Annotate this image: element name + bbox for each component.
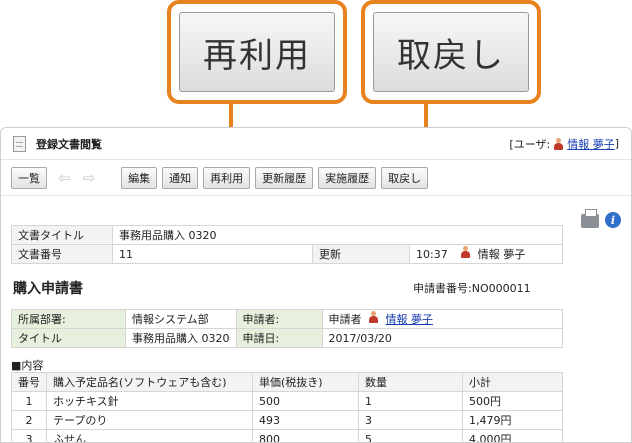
table-row: 1 ホッチキス針 500 1 500円 bbox=[11, 391, 563, 411]
updated-by: 情報 夢子 bbox=[477, 248, 526, 261]
row-number: 3 bbox=[11, 429, 47, 442]
reuse-callout: 再利用 bbox=[167, 0, 347, 104]
table-row: 所属部署: 情報システム部 申請者: 申請者 情報 夢子 bbox=[11, 309, 563, 329]
table-row: 文書タイトル 事務用品購入 0320 bbox=[11, 225, 563, 245]
form-number: 申請書番号:NO000011 bbox=[413, 280, 531, 296]
col-header-item: 購入予定品名(ソフトウェアも含む) bbox=[46, 372, 253, 392]
nav-arrows: ⇦ ⇨ bbox=[52, 169, 101, 187]
application-info-table: 所属部署: 情報システム部 申請者: 申請者 情報 夢子 タイトル 事務用品購入… bbox=[11, 309, 563, 348]
reuse-callout-button: 再利用 bbox=[179, 12, 335, 92]
table-header-row: 番号 購入予定品名(ソフトウェアも含む) 単価(税抜き) 数量 小計 bbox=[11, 372, 563, 392]
row-subtotal: 500円 bbox=[462, 391, 563, 411]
row-price: 500 bbox=[252, 391, 359, 411]
col-header-price: 単価(税抜き) bbox=[252, 372, 359, 392]
user-prefix: [ユーザ: bbox=[509, 137, 551, 151]
back-arrow-icon[interactable]: ⇦ bbox=[58, 169, 71, 187]
user-icon bbox=[554, 137, 564, 150]
doc-title-label: 文書タイトル bbox=[11, 225, 113, 245]
edit-button[interactable]: 編集 bbox=[121, 166, 158, 189]
applicant-label: 申請者: bbox=[235, 309, 323, 329]
title-bar: 登録文書閲覧 [ユーザ: 情報 夢子 ] bbox=[1, 128, 631, 160]
recall-callout: 取戻し bbox=[361, 0, 541, 104]
table-row: タイトル 事務用品購入 0320 申請日: 2017/03/20 bbox=[11, 328, 563, 348]
table-row: 文書番号 11 更新 10:37 情報 夢子 bbox=[11, 244, 563, 264]
table-row: 3 ふせん 800 5 4,000円 bbox=[11, 429, 563, 442]
document-meta-table: 文書タイトル 事務用品購入 0320 文書番号 11 更新 10:37 情報 夢… bbox=[11, 225, 563, 264]
document-icon bbox=[13, 135, 26, 152]
col-header-qty: 数量 bbox=[358, 372, 463, 392]
row-qty: 5 bbox=[358, 429, 463, 442]
printer-icon[interactable] bbox=[581, 209, 599, 228]
updated-value: 10:37 情報 夢子 bbox=[409, 244, 563, 264]
recall-callout-button: 取戻し bbox=[373, 12, 529, 92]
forward-arrow-icon[interactable]: ⇨ bbox=[83, 169, 96, 187]
row-item: ホッチキス針 bbox=[46, 391, 253, 411]
info-icon[interactable]: i bbox=[605, 212, 621, 228]
row-price: 800 bbox=[252, 429, 359, 442]
form-number-label: 申請書番号: bbox=[413, 282, 472, 295]
applicant-prefix: 申請者 bbox=[328, 313, 362, 326]
document-view-window: 登録文書閲覧 [ユーザ: 情報 夢子 ] 一覧 ⇦ ⇨ 編集 通知 再利用 更新… bbox=[0, 127, 632, 443]
row-number: 2 bbox=[11, 410, 47, 430]
row-subtotal: 4,000円 bbox=[462, 429, 563, 442]
updated-time: 10:37 bbox=[416, 248, 448, 261]
dept-label: 所属部署: bbox=[11, 309, 126, 329]
row-price: 493 bbox=[252, 410, 359, 430]
updated-user-icon bbox=[461, 246, 471, 258]
row-qty: 1 bbox=[358, 391, 463, 411]
window-title: 登録文書閲覧 bbox=[36, 137, 102, 151]
recall-button[interactable]: 取戻し bbox=[381, 166, 429, 189]
user-suffix: ] bbox=[614, 137, 619, 150]
form-title: 購入申請書 bbox=[13, 281, 83, 297]
list-button[interactable]: 一覧 bbox=[11, 166, 47, 189]
row-item: テープのり bbox=[46, 410, 253, 430]
execution-history-button[interactable]: 実施履歴 bbox=[318, 166, 377, 189]
date-value: 2017/03/20 bbox=[321, 328, 563, 348]
doc-title-value: 事務用品購入 0320 bbox=[112, 225, 563, 245]
table-row: 2 テープのり 493 3 1,479円 bbox=[11, 410, 563, 430]
row-subtotal: 1,479円 bbox=[462, 410, 563, 430]
notify-button[interactable]: 通知 bbox=[162, 166, 199, 189]
col-header-number: 番号 bbox=[11, 372, 47, 392]
title-value: 事務用品購入 0320 bbox=[125, 328, 237, 348]
user-info: [ユーザ: 情報 夢子 ] bbox=[509, 136, 619, 152]
date-label: 申請日: bbox=[235, 328, 323, 348]
applicant-icon bbox=[369, 311, 378, 323]
doc-number-value: 11 bbox=[112, 244, 313, 264]
col-header-subtotal: 小計 bbox=[462, 372, 563, 392]
applicant-link[interactable]: 情報 夢子 bbox=[386, 313, 434, 326]
reuse-button[interactable]: 再利用 bbox=[203, 166, 251, 189]
title-label: タイトル bbox=[11, 328, 126, 348]
row-item: ふせん bbox=[46, 429, 253, 442]
update-history-button[interactable]: 更新履歴 bbox=[255, 166, 314, 189]
items-table: 番号 購入予定品名(ソフトウェアも含む) 単価(税抜き) 数量 小計 1 ホッチ… bbox=[11, 372, 563, 442]
user-link[interactable]: 情報 夢子 bbox=[567, 136, 615, 152]
doc-number-label: 文書番号 bbox=[11, 244, 113, 264]
form-number-value: NO000011 bbox=[471, 282, 531, 295]
row-number: 1 bbox=[11, 391, 47, 411]
dept-value: 情報システム部 bbox=[125, 309, 237, 329]
toolbar: 一覧 ⇦ ⇨ 編集 通知 再利用 更新履歴 実施履歴 取戻し bbox=[1, 160, 631, 196]
updated-label: 更新 bbox=[312, 244, 410, 264]
row-qty: 3 bbox=[358, 410, 463, 430]
contents-header: ■内容 bbox=[11, 359, 44, 372]
applicant-value: 申請者 情報 夢子 bbox=[321, 309, 563, 329]
